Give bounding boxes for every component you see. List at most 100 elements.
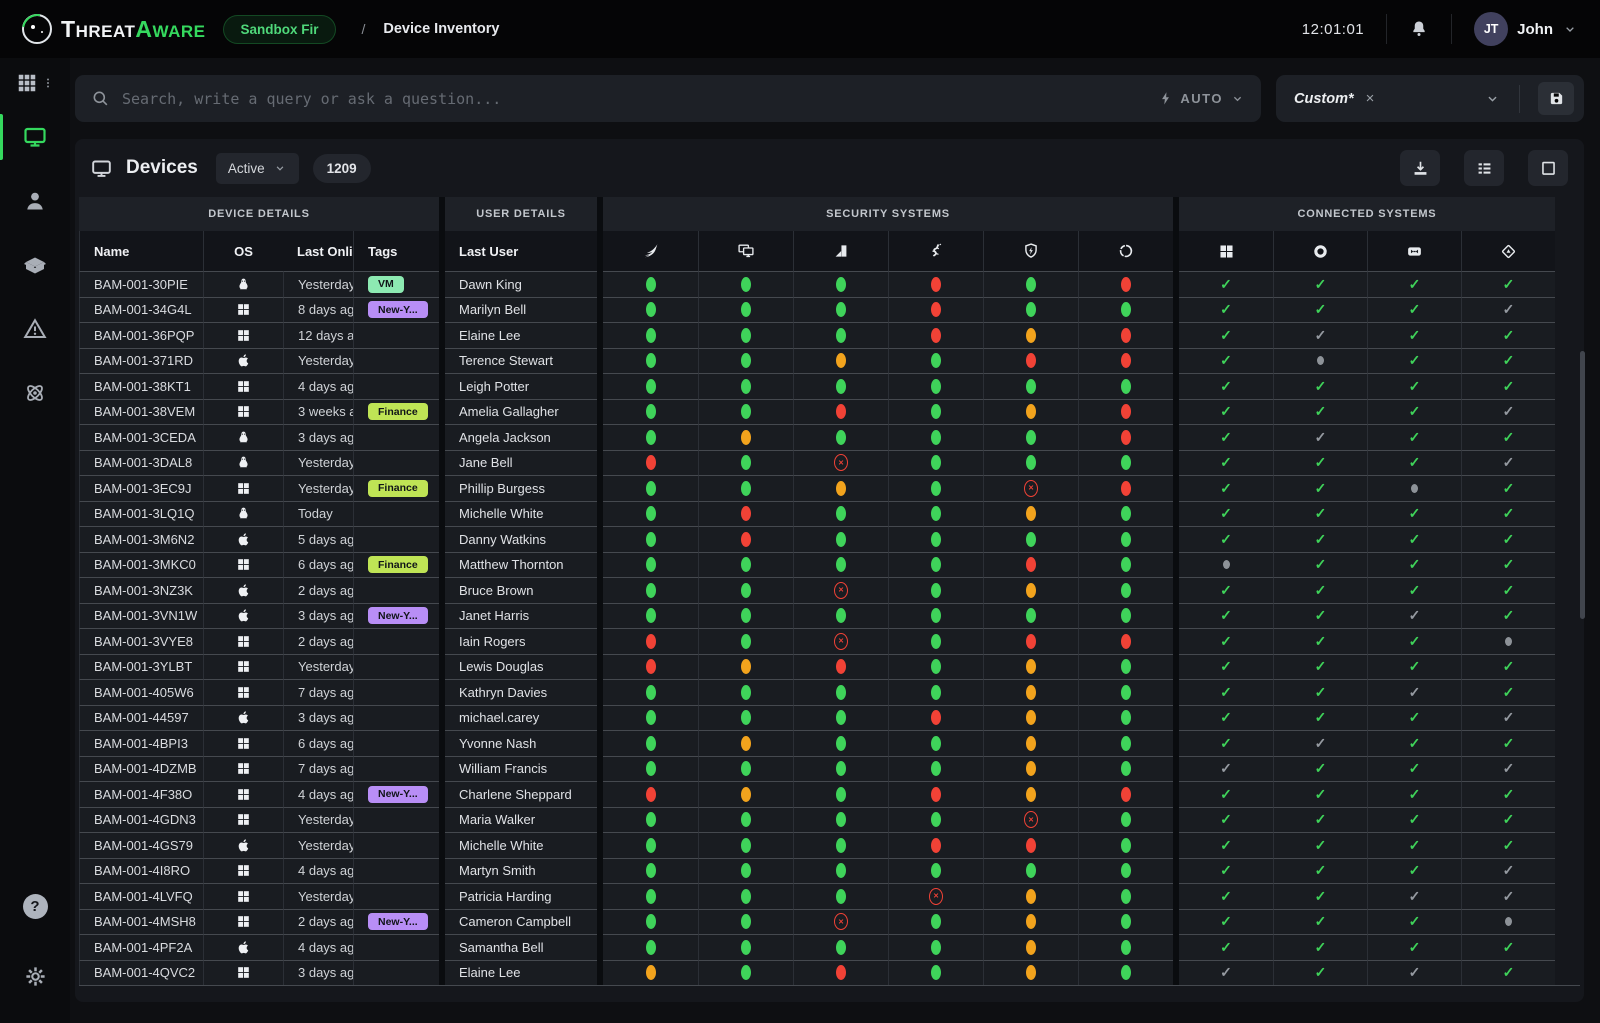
connected-status-cell: ✓ <box>1367 858 1461 884</box>
download-button[interactable] <box>1400 150 1440 186</box>
col-header-os[interactable]: OS <box>203 231 283 271</box>
table-row[interactable]: BAM-001-445973 days agomichael.carey✓✓✓✓ <box>79 705 1580 731</box>
col-header-connected-windows-icon[interactable] <box>1179 231 1273 271</box>
os-windows-icon <box>203 654 283 680</box>
table-row[interactable]: BAM-001-3VYE82 days agoIain Rogers✕✓✓✓ <box>79 628 1580 654</box>
search-input[interactable] <box>122 90 1146 108</box>
security-status-cell <box>793 424 888 450</box>
connected-status-cell: ✓ <box>1273 934 1367 960</box>
table-row[interactable]: BAM-001-3CEDA3 days agoAngela Jackson✓✓✓… <box>79 424 1580 450</box>
devices-panel: Devices Active 1209 Device Details User … <box>75 139 1584 1002</box>
sidebar-item-integrations[interactable] <box>0 364 70 422</box>
table-row[interactable]: BAM-001-4BPI36 days agoYvonne Nash✓✓✓✓ <box>79 730 1580 756</box>
save-view-button[interactable] <box>1538 82 1574 115</box>
table-row[interactable]: BAM-001-3LQ1QTodayMichelle White✓✓✓✓ <box>79 501 1580 527</box>
last-user: Bruce Brown <box>445 577 597 603</box>
table-row[interactable]: BAM-001-4QVC23 days agoElaine Lee✓✓✓✓ <box>79 960 1580 986</box>
connected-check-green: ✓ <box>1220 939 1232 956</box>
table-row[interactable]: BAM-001-3VN1W3 days agoNew-Y...Janet Har… <box>79 603 1580 629</box>
table-row[interactable]: BAM-001-38KT14 days agoLeigh Potter✓✓✓✓ <box>79 373 1580 399</box>
sidebar-item-alerts[interactable] <box>0 300 70 358</box>
security-status-cell <box>888 654 983 680</box>
connected-status-cell: ✓ <box>1367 501 1461 527</box>
kebab-menu-icon[interactable] <box>42 72 54 94</box>
sidebar-item-users[interactable] <box>0 172 70 230</box>
brand[interactable]: ThreatAware <box>22 14 205 44</box>
environment-badge[interactable]: Sandbox Fir <box>223 15 335 44</box>
security-status-cell <box>793 654 888 680</box>
connected-status-cell: ✓ <box>1273 654 1367 680</box>
last-user: Danny Watkins <box>445 526 597 552</box>
connected-check-green: ✓ <box>1315 786 1327 803</box>
auto-mode-toggle[interactable]: AUTO <box>1158 91 1245 106</box>
col-header-last-user[interactable]: Last User <box>445 231 597 271</box>
col-header-security-split-square-icon[interactable] <box>793 231 888 271</box>
table-row[interactable]: BAM-001-3DAL8YesterdayJane Bell✕✓✓✓✓ <box>79 450 1580 476</box>
table-row[interactable]: BAM-001-38VEM3 weeks agoFinanceAmelia Ga… <box>79 399 1580 425</box>
table-row[interactable]: BAM-001-4I8RO4 days agoMartyn Smith✓✓✓✓ <box>79 858 1580 884</box>
os-linux-icon <box>203 424 283 450</box>
table-row[interactable]: BAM-001-4GS79YesterdayMichelle White✓✓✓✓ <box>79 832 1580 858</box>
status-dot-green <box>1026 455 1036 470</box>
col-header-last-online[interactable]: Last Online <box>283 231 353 271</box>
status-dot-amber <box>1026 736 1036 751</box>
device-name: BAM-001-3YLBT <box>79 654 203 680</box>
sidebar-item-software[interactable] <box>0 236 70 294</box>
security-status-cell <box>983 960 1078 986</box>
vertical-scrollbar[interactable] <box>1580 351 1585 619</box>
notifications-bell-icon[interactable] <box>1409 19 1429 39</box>
security-status-cell <box>888 960 983 986</box>
table-row[interactable]: BAM-001-4GDN3YesterdayMaria Walker✕✓✓✓✓ <box>79 807 1580 833</box>
table-row[interactable]: BAM-001-4LVFQYesterdayPatricia Harding✕✓… <box>79 883 1580 909</box>
security-status-cell <box>983 373 1078 399</box>
table-row[interactable]: BAM-001-3NZ3K2 days agoBruce Brown✕✓✓✓✓ <box>79 577 1580 603</box>
col-header-name[interactable]: Name <box>79 231 203 271</box>
select-mode-button[interactable] <box>1528 150 1568 186</box>
sidebar-item-settings[interactable] <box>0 947 70 1005</box>
table-row[interactable]: BAM-001-4F38O4 days agoNew-Y...Charlene … <box>79 781 1580 807</box>
connected-status-cell: ✓ <box>1461 348 1555 374</box>
col-header-connected-remote-session-icon[interactable] <box>1367 231 1461 271</box>
threataware-logo-icon <box>22 14 52 44</box>
status-filter-dropdown[interactable]: Active <box>216 153 299 184</box>
search-bar[interactable]: AUTO <box>75 75 1261 122</box>
table-row[interactable]: BAM-001-36PQP12 days agoElaine Lee✓✓✓✓ <box>79 322 1580 348</box>
table-row[interactable]: BAM-001-3M6N25 days agoDanny Watkins✓✓✓✓ <box>79 526 1580 552</box>
device-name: BAM-001-3VYE8 <box>79 628 203 654</box>
table-row[interactable]: BAM-001-371RDYesterdayTerence Stewart✓✓✓ <box>79 348 1580 374</box>
status-dot-green <box>836 889 846 904</box>
security-status-cell <box>603 832 698 858</box>
table-row[interactable]: BAM-001-3YLBTYesterdayLewis Douglas✓✓✓✓ <box>79 654 1580 680</box>
breadcrumb[interactable]: Device Inventory <box>383 21 499 37</box>
table-row[interactable]: BAM-001-405W67 days agoKathryn Davies✓✓✓… <box>79 679 1580 705</box>
table-row[interactable]: BAM-001-4PF2A4 days agoSamantha Bell✓✓✓✓ <box>79 934 1580 960</box>
status-dot-green <box>646 914 656 929</box>
col-header-security-ring-icon[interactable] <box>1078 231 1173 271</box>
table-row[interactable]: BAM-001-34G4L8 days agoNew-Y...Marilyn B… <box>79 297 1580 323</box>
user-menu[interactable]: JT John <box>1474 12 1578 46</box>
connected-status-cell: ✓ <box>1461 883 1555 909</box>
last-user: Iain Rogers <box>445 628 597 654</box>
col-header-security-dual-monitors-icon[interactable] <box>698 231 793 271</box>
col-header-security-falcon-icon[interactable] <box>603 231 698 271</box>
connected-check-green: ✓ <box>1503 786 1515 803</box>
table-row[interactable]: BAM-001-3MKC06 days agoFinanceMatthew Th… <box>79 552 1580 578</box>
close-icon[interactable]: × <box>1366 90 1375 107</box>
sidebar-item-help[interactable]: ? <box>0 877 70 935</box>
col-header-security-shield-bolt-icon[interactable] <box>983 231 1078 271</box>
col-header-connected-diamond-icon[interactable] <box>1461 231 1555 271</box>
col-header-tags[interactable]: Tags <box>353 231 439 271</box>
table-row[interactable]: BAM-001-30PIEYesterdayVMDawn King✓✓✓✓ <box>79 271 1580 297</box>
table-row[interactable]: BAM-001-3EC9JYesterdayFinancePhillip Bur… <box>79 475 1580 501</box>
saved-view-dropdown[interactable]: Custom* × <box>1276 75 1584 122</box>
apps-grid-icon[interactable] <box>16 72 38 94</box>
table-row[interactable]: BAM-001-4DZMB7 days agoWilliam Francis✓✓… <box>79 756 1580 782</box>
brand-text: ThreatAware <box>61 16 205 43</box>
security-status-cell <box>698 832 793 858</box>
security-status-cell <box>793 679 888 705</box>
table-row[interactable]: BAM-001-4MSH82 days agoNew-Y...Cameron C… <box>79 909 1580 935</box>
col-header-connected-donut-icon[interactable] <box>1273 231 1367 271</box>
table-view-button[interactable] <box>1464 150 1504 186</box>
sidebar-item-devices[interactable] <box>0 108 70 166</box>
col-header-security-gecko-icon[interactable] <box>888 231 983 271</box>
